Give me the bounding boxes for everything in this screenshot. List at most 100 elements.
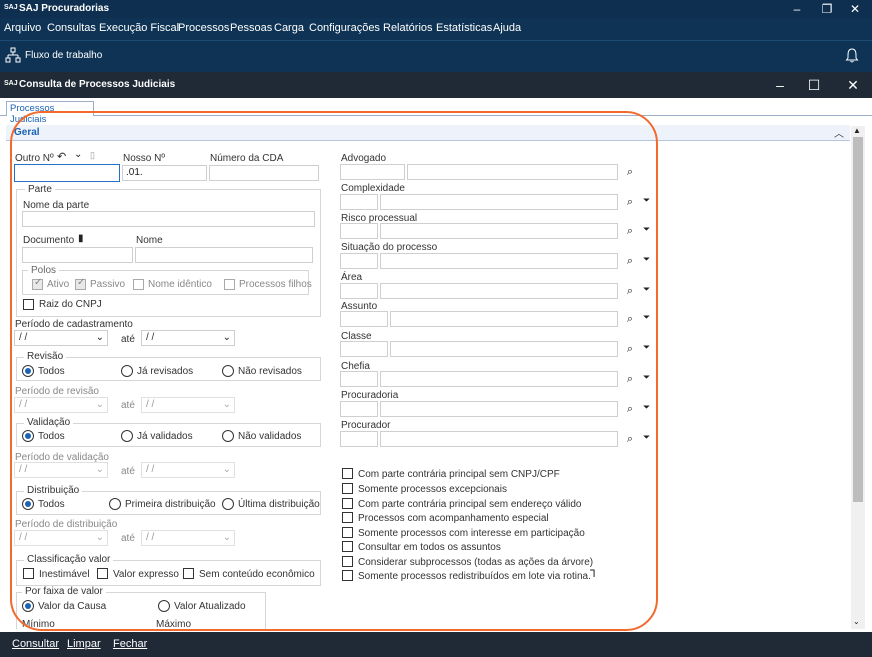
undo-icon[interactable]: ↶ [57, 150, 66, 163]
procuradoria-code-input[interactable] [340, 401, 378, 417]
document-icon[interactable]: ▮ [78, 233, 84, 244]
inestimavel-checkbox[interactable] [23, 568, 34, 579]
chevron-up-icon[interactable]: ︿ [834, 125, 844, 140]
option-checkbox[interactable] [342, 541, 353, 552]
primeira-distribuicao-radio[interactable] [109, 498, 121, 510]
restore-icon[interactable]: ❐ [812, 0, 842, 18]
assunto-code-input[interactable] [340, 311, 388, 327]
search-icon[interactable]: ⌕ [623, 224, 637, 238]
risco-name-input[interactable] [380, 223, 618, 239]
periodo-validacao-end[interactable]: / / ⌄ [141, 462, 235, 478]
revisao-nao-revisados-radio[interactable] [222, 365, 234, 377]
option-checkbox[interactable] [342, 498, 353, 509]
menu-estatisticas[interactable]: Estatísticas [436, 22, 492, 34]
option-checkbox[interactable] [342, 483, 353, 494]
periodo-cadastramento-end[interactable]: / / ⌄ [141, 330, 235, 346]
situacao-name-input[interactable] [380, 253, 618, 269]
option-checkbox[interactable] [342, 527, 353, 538]
search-icon[interactable]: ⌕ [623, 254, 637, 268]
area-name-input[interactable] [380, 283, 618, 299]
assunto-name-input[interactable] [390, 311, 618, 327]
raiz-cnpj-checkbox[interactable] [23, 299, 34, 310]
periodo-distribuicao-start[interactable]: / / ⌄ [14, 530, 108, 546]
document-icon[interactable]: ▯ [90, 150, 95, 161]
workflow-link[interactable]: Fluxo de trabalho [25, 50, 102, 61]
search-icon[interactable]: ⌕ [623, 372, 637, 386]
menu-configuracoes[interactable]: Configurações [309, 22, 380, 34]
nome-input[interactable] [135, 247, 313, 263]
filter-icon[interactable]: ⏷ [643, 195, 653, 207]
outro-no-input[interactable] [14, 164, 120, 182]
filter-icon[interactable]: ⏷ [643, 224, 653, 236]
classe-code-input[interactable] [340, 341, 388, 357]
processos-filhos-checkbox[interactable] [224, 279, 235, 290]
risco-code-input[interactable] [340, 223, 378, 239]
menu-ajuda[interactable]: Ajuda [493, 22, 521, 34]
fechar-button[interactable]: Fechar [113, 638, 147, 650]
procurador-name-input[interactable] [380, 431, 618, 447]
option-checkbox[interactable] [342, 468, 353, 479]
menu-pessoas[interactable]: Pessoas [230, 22, 272, 34]
procuradoria-name-input[interactable] [380, 401, 618, 417]
sem-conteudo-checkbox[interactable] [183, 568, 194, 579]
scrollbar-thumb[interactable] [853, 137, 863, 502]
search-icon[interactable]: ⌕ [623, 195, 637, 209]
complexidade-code-input[interactable] [340, 194, 378, 210]
ultima-distribuicao-radio[interactable] [222, 498, 234, 510]
search-icon[interactable]: ⌕ [623, 402, 637, 416]
search-icon[interactable]: ⌕ [623, 342, 637, 356]
nosso-no-input[interactable]: .01. [122, 165, 207, 181]
situacao-code-input[interactable] [340, 253, 378, 269]
minimize-icon[interactable]: – [782, 0, 812, 18]
chefia-name-input[interactable] [380, 371, 618, 387]
child-close-icon[interactable]: ✕ [836, 72, 870, 98]
consultar-button[interactable]: Consultar [12, 638, 59, 650]
validacao-nao-validados-radio[interactable] [222, 430, 234, 442]
nome-parte-input[interactable] [22, 211, 315, 227]
validacao-todos-radio[interactable] [22, 430, 34, 442]
complexidade-name-input[interactable] [380, 194, 618, 210]
periodo-cadastramento-start[interactable]: / / ⌄ [14, 330, 108, 346]
scroll-down-icon[interactable]: ⌄ [853, 617, 860, 626]
filter-icon[interactable]: ⏷ [643, 312, 653, 324]
child-maximize-icon[interactable]: ☐ [797, 72, 831, 98]
nome-identico-checkbox[interactable] [133, 279, 144, 290]
menu-execucao-fiscal[interactable]: Execução Fiscal [99, 22, 179, 34]
limpar-button[interactable]: Limpar [67, 638, 101, 650]
option-checkbox[interactable] [342, 556, 353, 567]
classe-name-input[interactable] [390, 341, 618, 357]
numero-cda-input[interactable] [209, 165, 319, 181]
periodo-distribuicao-end[interactable]: / / ⌄ [141, 530, 235, 546]
child-minimize-icon[interactable]: – [763, 72, 797, 98]
bell-icon[interactable] [845, 47, 859, 63]
filter-icon[interactable]: ⏷ [643, 402, 653, 414]
section-header[interactable]: Geral ︿ [6, 125, 850, 141]
filter-icon[interactable]: ⏷ [643, 284, 653, 296]
validacao-ja-validados-radio[interactable] [121, 430, 133, 442]
search-icon[interactable]: ⌕ [623, 432, 637, 446]
filter-icon[interactable]: ⏷ [643, 342, 653, 354]
distribuicao-todos-radio[interactable] [22, 498, 34, 510]
tab-processos-judiciais[interactable]: Processos Judiciais [6, 101, 94, 125]
passivo-checkbox[interactable] [75, 277, 86, 290]
menu-consultas[interactable]: Consultas [47, 22, 96, 34]
valor-expresso-checkbox[interactable] [97, 568, 108, 579]
filter-icon[interactable]: ⏷ [643, 254, 653, 266]
option-checkbox[interactable] [342, 570, 353, 581]
periodo-validacao-start[interactable]: / / ⌄ [14, 462, 108, 478]
filter-icon[interactable]: ⏷ [643, 432, 653, 444]
menu-arquivo[interactable]: Arquivo [4, 22, 41, 34]
area-code-input[interactable] [340, 283, 378, 299]
option-checkbox[interactable] [342, 512, 353, 523]
periodo-revisao-start[interactable]: / / ⌄ [14, 397, 108, 413]
menu-processos[interactable]: Processos [178, 22, 229, 34]
valor-da-causa-radio[interactable] [22, 600, 34, 612]
procurador-code-input[interactable] [340, 431, 378, 447]
documento-input[interactable] [22, 247, 133, 263]
menu-carga[interactable]: Carga [274, 22, 304, 34]
valor-atualizado-radio[interactable] [158, 600, 170, 612]
scroll-up-icon[interactable]: ▲ [853, 126, 861, 135]
search-icon[interactable]: ⌕ [623, 312, 637, 326]
periodo-revisao-end[interactable]: / / ⌄ [141, 397, 235, 413]
workflow-icon[interactable] [5, 47, 21, 63]
